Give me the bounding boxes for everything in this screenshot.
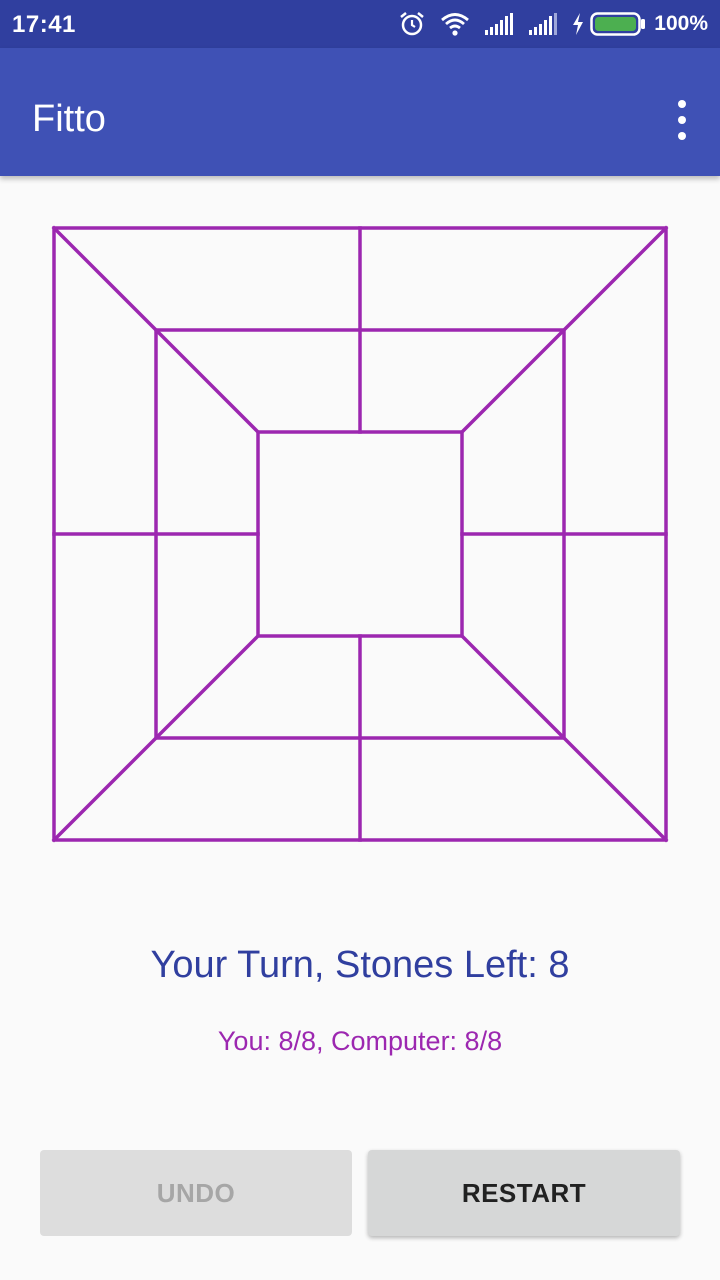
charging-icon [572,13,584,35]
signal-icon [528,12,558,36]
alarm-icon [398,10,426,38]
overflow-menu-icon[interactable] [670,100,694,140]
undo-button[interactable]: UNDO [40,1150,352,1236]
menu-dot [678,100,686,108]
restart-button[interactable]: RESTART [368,1150,680,1236]
signal-icon [484,12,514,36]
board-svg [51,225,669,843]
turn-status: Your Turn, Stones Left: 8 [150,944,570,986]
status-icons: 100% [384,8,708,40]
status-time: 17:41 [12,11,76,38]
battery-percent: 100% [654,12,708,35]
battery-icon [590,11,646,37]
inner-square-line [256,430,464,638]
menu-dot [678,132,686,140]
wifi-icon [440,11,470,37]
app-title: Fitto [32,98,106,140]
game-board[interactable] [40,214,680,854]
battery-level [595,17,637,31]
score-status: You: 8/8, Computer: 8/8 [217,1026,503,1056]
menu-dot [678,116,686,124]
status-bar: 17:41 100% [0,0,720,48]
app-bar: Fitto [0,48,720,176]
